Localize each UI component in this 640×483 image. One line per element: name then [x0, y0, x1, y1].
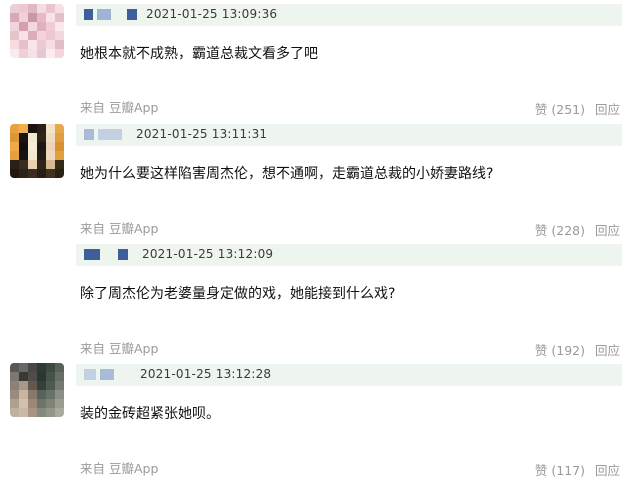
comment-source: 来自 豆瓣App: [80, 221, 159, 236]
comment-actions: 赞 (192) 回应: [535, 340, 620, 359]
comment-actions: 赞 (117) 回应: [535, 460, 620, 479]
comment-timestamp: 2021-01-25 13:12:28: [140, 367, 272, 381]
comment-text: 她根本就不成熟，霸道总裁文看多了吧: [80, 46, 318, 62]
comment-header: 2021-01-25 13:12:09: [76, 244, 622, 266]
comment-source: 来自 豆瓣App: [80, 100, 159, 115]
comment-header: 2021-01-25 13:11:31: [76, 124, 622, 146]
comment-text: 装的金砖超紧张她呗。: [80, 406, 220, 422]
comment-source: 来自 豆瓣App: [80, 341, 159, 356]
comment-timestamp: 2021-01-25 13:11:31: [136, 127, 268, 141]
like-button[interactable]: 赞 (228): [535, 220, 585, 239]
avatar[interactable]: [10, 363, 64, 417]
comment-header: 2021-01-25 13:09:36: [76, 4, 622, 26]
comment-timestamp: 2021-01-25 13:09:36: [146, 7, 278, 21]
comment-text: 她为什么要这样陷害周杰伦，想不通啊，走霸道总裁的小娇妻路线?: [80, 166, 494, 182]
comment-text: 除了周杰伦为老婆量身定做的戏，她能接到什么戏?: [80, 286, 396, 302]
comment-actions: 赞 (251) 回应: [535, 99, 620, 118]
reply-button[interactable]: 回应: [595, 220, 620, 239]
like-button[interactable]: 赞 (251): [535, 99, 585, 118]
like-button[interactable]: 赞 (117): [535, 460, 585, 479]
comment-source: 来自 豆瓣App: [80, 461, 159, 476]
reply-button[interactable]: 回应: [595, 340, 620, 359]
username[interactable]: [84, 369, 114, 380]
reply-button[interactable]: 回应: [595, 99, 620, 118]
like-button[interactable]: 赞 (192): [535, 340, 585, 359]
comment-actions: 赞 (228) 回应: [535, 220, 620, 239]
comment-header: 2021-01-25 13:12:28: [76, 364, 622, 386]
username[interactable]: [84, 249, 128, 260]
username[interactable]: [84, 9, 137, 20]
reply-button[interactable]: 回应: [595, 460, 620, 479]
username[interactable]: [84, 129, 122, 140]
avatar[interactable]: [10, 124, 64, 178]
comment-timestamp: 2021-01-25 13:12:09: [142, 247, 274, 261]
avatar[interactable]: [10, 4, 64, 58]
